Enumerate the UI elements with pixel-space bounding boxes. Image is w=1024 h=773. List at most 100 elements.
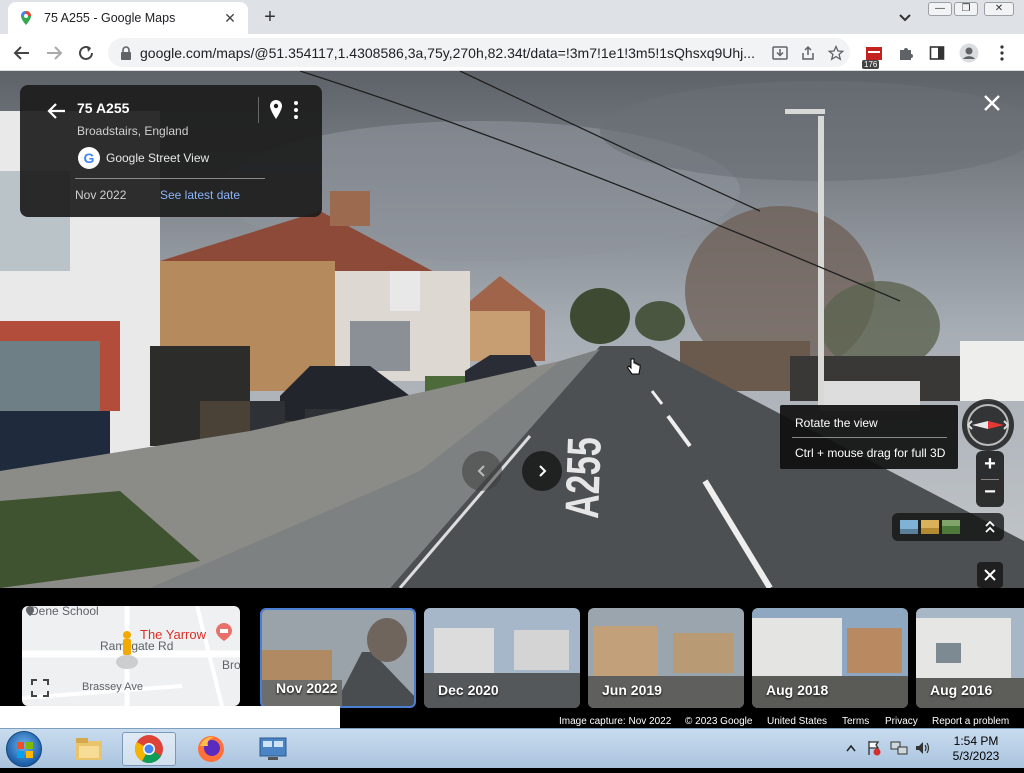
folder-icon <box>76 738 102 760</box>
hotel-pin-icon[interactable] <box>216 623 232 641</box>
place-subtitle: Broadstairs, England <box>77 124 189 138</box>
zoom-out-button[interactable]: − <box>976 479 1004 507</box>
action-center-flag-icon[interactable] <box>866 740 882 756</box>
street-view-panorama[interactable]: A255 75 A255 Broadstairs, England G Goog… <box>0 71 1024 588</box>
firefox-icon <box>198 736 224 762</box>
url-text: google.com/maps/@51.354117,1.4308586,3a,… <box>140 44 755 61</box>
taskbar-clock[interactable]: 1:54 PM 5/3/2023 <box>946 734 1006 764</box>
tray-expand-icon[interactable] <box>846 744 856 752</box>
footer-image-capture: Image capture: Nov 2022 <box>559 716 672 727</box>
puzzle-extensions-icon[interactable] <box>894 41 918 65</box>
footer-report-link[interactable]: Report a problem <box>932 716 1009 727</box>
minimap-road2-label: Brassey Ave <box>82 681 143 693</box>
tab-title: 75 A255 - Google Maps <box>44 11 176 25</box>
bookmark-star-icon[interactable] <box>822 41 850 65</box>
reload-button[interactable] <box>74 41 98 65</box>
location-info-card: 75 A255 Broadstairs, England G Google St… <box>20 85 322 217</box>
close-icon <box>984 569 996 581</box>
browser-tab[interactable]: 75 A255 - Google Maps ✕ <box>8 2 248 34</box>
back-button[interactable] <box>10 41 34 65</box>
restore-button[interactable]: ❐ <box>954 2 978 16</box>
control-panel-icon <box>259 737 287 760</box>
taskbar-firefox[interactable] <box>184 732 238 766</box>
card-divider <box>75 178 265 179</box>
close-timeline-button[interactable] <box>977 562 1003 588</box>
footer-terms-link[interactable]: Terms <box>842 716 869 727</box>
thumb-date-label: Aug 2016 <box>930 682 993 698</box>
school-pin-icon <box>26 606 34 616</box>
thumb-date-label: Nov 2022 <box>276 680 338 696</box>
layer-thumb-3-icon[interactable] <box>942 520 960 534</box>
zoom-in-button[interactable]: + <box>976 451 1004 479</box>
pegman-icon <box>116 631 138 669</box>
share-icon[interactable] <box>794 41 822 65</box>
reload-icon <box>79 45 93 60</box>
timeline-thumb-aug-2016[interactable]: Aug 2016 <box>916 608 1024 708</box>
thumb-date-label: Aug 2018 <box>766 682 829 698</box>
minimap-school-label: Dene School <box>30 606 99 618</box>
taskbar-file-explorer[interactable] <box>62 732 116 766</box>
address-bar[interactable]: google.com/maps/@51.354117,1.4308586,3a,… <box>108 38 850 67</box>
browser-toolbar: google.com/maps/@51.354117,1.4308586,3a,… <box>0 34 1024 71</box>
thumb-date-label: Dec 2020 <box>438 682 499 698</box>
hand-cursor-icon <box>626 358 641 375</box>
chevron-right-icon <box>539 465 547 477</box>
chrome-icon <box>135 735 163 763</box>
menu-kebab-icon[interactable] <box>990 41 1014 65</box>
expand-up-icon[interactable] <box>984 520 996 534</box>
layer-thumb-2-icon[interactable] <box>921 520 939 534</box>
clock-time: 1:54 PM <box>953 734 999 748</box>
taskbar-chrome[interactable] <box>122 732 176 766</box>
lock-icon[interactable] <box>120 45 132 60</box>
side-panel-icon[interactable] <box>925 41 949 65</box>
window-close-button[interactable]: ✕ <box>984 2 1014 16</box>
layer-thumb-1-icon[interactable] <box>900 520 918 534</box>
tooltip-line-1: Rotate the view <box>795 416 878 430</box>
install-icon[interactable] <box>766 41 794 65</box>
taskbar-control-panel[interactable] <box>246 732 300 766</box>
start-button[interactable] <box>6 731 42 767</box>
profile-avatar-icon[interactable] <box>957 41 981 65</box>
card-vertical-divider <box>258 97 259 123</box>
next-pano-button[interactable] <box>522 451 562 491</box>
more-options-icon[interactable] <box>290 99 302 121</box>
forward-arrow-icon <box>47 46 63 60</box>
extension-badge: 176 <box>862 60 880 69</box>
see-latest-date-link[interactable]: See latest date <box>160 188 240 202</box>
footer-region-link[interactable]: United States <box>767 716 827 727</box>
clock-date: 5/3/2023 <box>952 749 1000 763</box>
minimap-partial-label: Bro <box>222 658 240 672</box>
footer-privacy-link[interactable]: Privacy <box>885 716 918 727</box>
minimap[interactable]: Dene School The Yarrow Ramsgate Rd Brass… <box>22 606 240 706</box>
compass-rotate-control[interactable] <box>962 399 1014 451</box>
zoom-control: + − <box>976 451 1004 507</box>
close-street-view-icon[interactable] <box>982 93 1002 113</box>
rotate-tooltip: Rotate the view Ctrl + mouse drag for fu… <box>780 405 958 469</box>
chevron-left-icon <box>477 465 485 477</box>
location-pin-icon[interactable] <box>268 99 284 121</box>
minimize-button[interactable]: — <box>928 2 952 16</box>
back-arrow-icon[interactable] <box>46 100 68 122</box>
place-title: 75 A255 <box>77 100 130 116</box>
fullscreen-icon[interactable] <box>30 678 50 698</box>
timeline-thumb-nov-2022[interactable]: Nov 2022 <box>260 608 416 708</box>
new-tab-button[interactable]: + <box>258 6 282 28</box>
tab-close-icon[interactable]: ✕ <box>222 10 238 26</box>
calendar-extension-icon[interactable]: 176 <box>862 41 886 69</box>
timeline-thumb-jun-2019[interactable]: Jun 2019 <box>588 608 744 708</box>
thumb-date-label: Jun 2019 <box>602 682 662 698</box>
tooltip-divider <box>792 437 947 438</box>
back-arrow-icon <box>13 46 29 60</box>
network-icon[interactable] <box>890 740 908 756</box>
volume-icon[interactable] <box>914 740 932 756</box>
windows-logo-icon <box>17 742 33 758</box>
forward-button[interactable] <box>42 41 66 65</box>
google-logo-icon: G <box>78 147 100 169</box>
timeline-thumb-aug-2018[interactable]: Aug 2018 <box>752 608 908 708</box>
compass-icon <box>967 404 1009 446</box>
timeline-thumb-dec-2020[interactable]: Dec 2020 <box>424 608 580 708</box>
previous-pano-button[interactable] <box>462 451 502 491</box>
tab-search-chevron-icon[interactable] <box>896 8 914 26</box>
imagery-layers-control[interactable] <box>892 513 1004 541</box>
tooltip-line-2: Ctrl + mouse drag for full 3D <box>795 446 946 460</box>
